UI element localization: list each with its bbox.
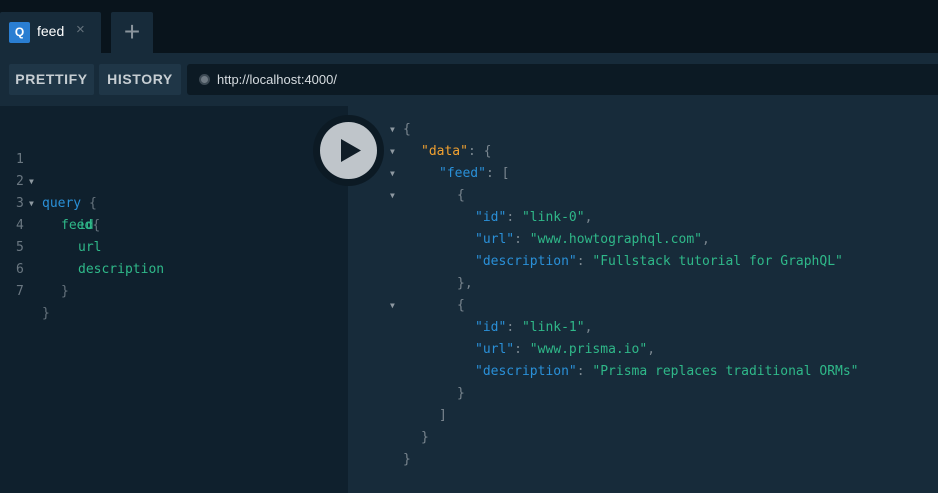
query-line: 2 ▼ feed{	[0, 149, 100, 233]
query-line: 5 description	[0, 215, 164, 277]
query-field: id	[78, 218, 94, 233]
fold-arrow-icon[interactable]: ▼	[390, 163, 395, 185]
json-line: "id": "link-1",	[475, 320, 593, 335]
query-keyword: query	[42, 196, 82, 211]
fold-arrow-icon[interactable]: ▼	[390, 185, 395, 207]
query-line: 4 url	[0, 193, 101, 255]
json-key-data: "data"	[421, 144, 468, 159]
json-line: "url": "www.prisma.io",	[475, 342, 656, 357]
brace: }	[61, 284, 69, 299]
fold-arrow-icon[interactable]: ▼	[390, 141, 395, 163]
query-line: 1 ▼ query {	[0, 127, 97, 211]
add-tab-button[interactable]: +	[111, 12, 153, 53]
json-key-feed: "feed"	[439, 166, 486, 181]
json-line: "id": "link-0",	[475, 210, 593, 225]
fold-arrow-icon[interactable]: ▼	[390, 295, 395, 317]
brace: {	[88, 196, 97, 211]
json-line: "feed": [	[439, 166, 510, 181]
history-button[interactable]: HISTORY	[99, 64, 181, 95]
tab-label: feed	[37, 23, 65, 39]
query-field: url	[78, 240, 102, 255]
tab-feed[interactable]: Q feed ×	[0, 12, 101, 53]
fold-arrow-icon[interactable]: ▼	[390, 119, 395, 141]
json-brace: }	[457, 386, 465, 401]
json-brace: {	[457, 188, 465, 203]
endpoint-url-input[interactable]	[217, 64, 817, 95]
close-icon[interactable]: ×	[76, 21, 85, 39]
prettify-button[interactable]: PRETTIFY	[9, 64, 94, 95]
json-bracket: ]	[439, 408, 447, 423]
run-query-button[interactable]	[320, 122, 377, 179]
result-viewer[interactable]: ▼ { ▼ "data": { ▼ "feed": [ ▼ { "id": "l…	[348, 106, 938, 493]
json-brace: }	[421, 430, 429, 445]
query-badge-icon: Q	[9, 22, 30, 43]
json-brace: {	[457, 298, 465, 313]
json-line: "url": "www.howtographql.com",	[475, 232, 710, 247]
query-line: 3 id	[0, 171, 94, 233]
query-line: 7 }	[0, 259, 50, 321]
json-brace: }	[403, 452, 411, 467]
query-line: 6 }	[0, 237, 69, 299]
json-line: "description": "Prisma replaces traditio…	[475, 364, 859, 379]
tab-bar: Q feed × +	[0, 0, 938, 53]
json-brace: },	[457, 276, 473, 291]
brace: }	[42, 306, 50, 321]
endpoint-bar	[187, 64, 938, 95]
line-number: 7	[16, 284, 24, 299]
status-dot-icon	[199, 74, 210, 85]
toolbar: PRETTIFY HISTORY	[0, 53, 938, 106]
query-field: description	[78, 262, 165, 277]
play-icon	[341, 139, 361, 162]
json-brace: {	[403, 122, 411, 137]
run-button-ring	[313, 115, 384, 186]
json-line: "data": {	[421, 144, 492, 159]
json-line: "description": "Fullstack tutorial for G…	[475, 254, 843, 269]
query-editor[interactable]: 1 ▼ query { 2 ▼ feed{ 3 id 4 url 5 descr…	[0, 106, 348, 493]
